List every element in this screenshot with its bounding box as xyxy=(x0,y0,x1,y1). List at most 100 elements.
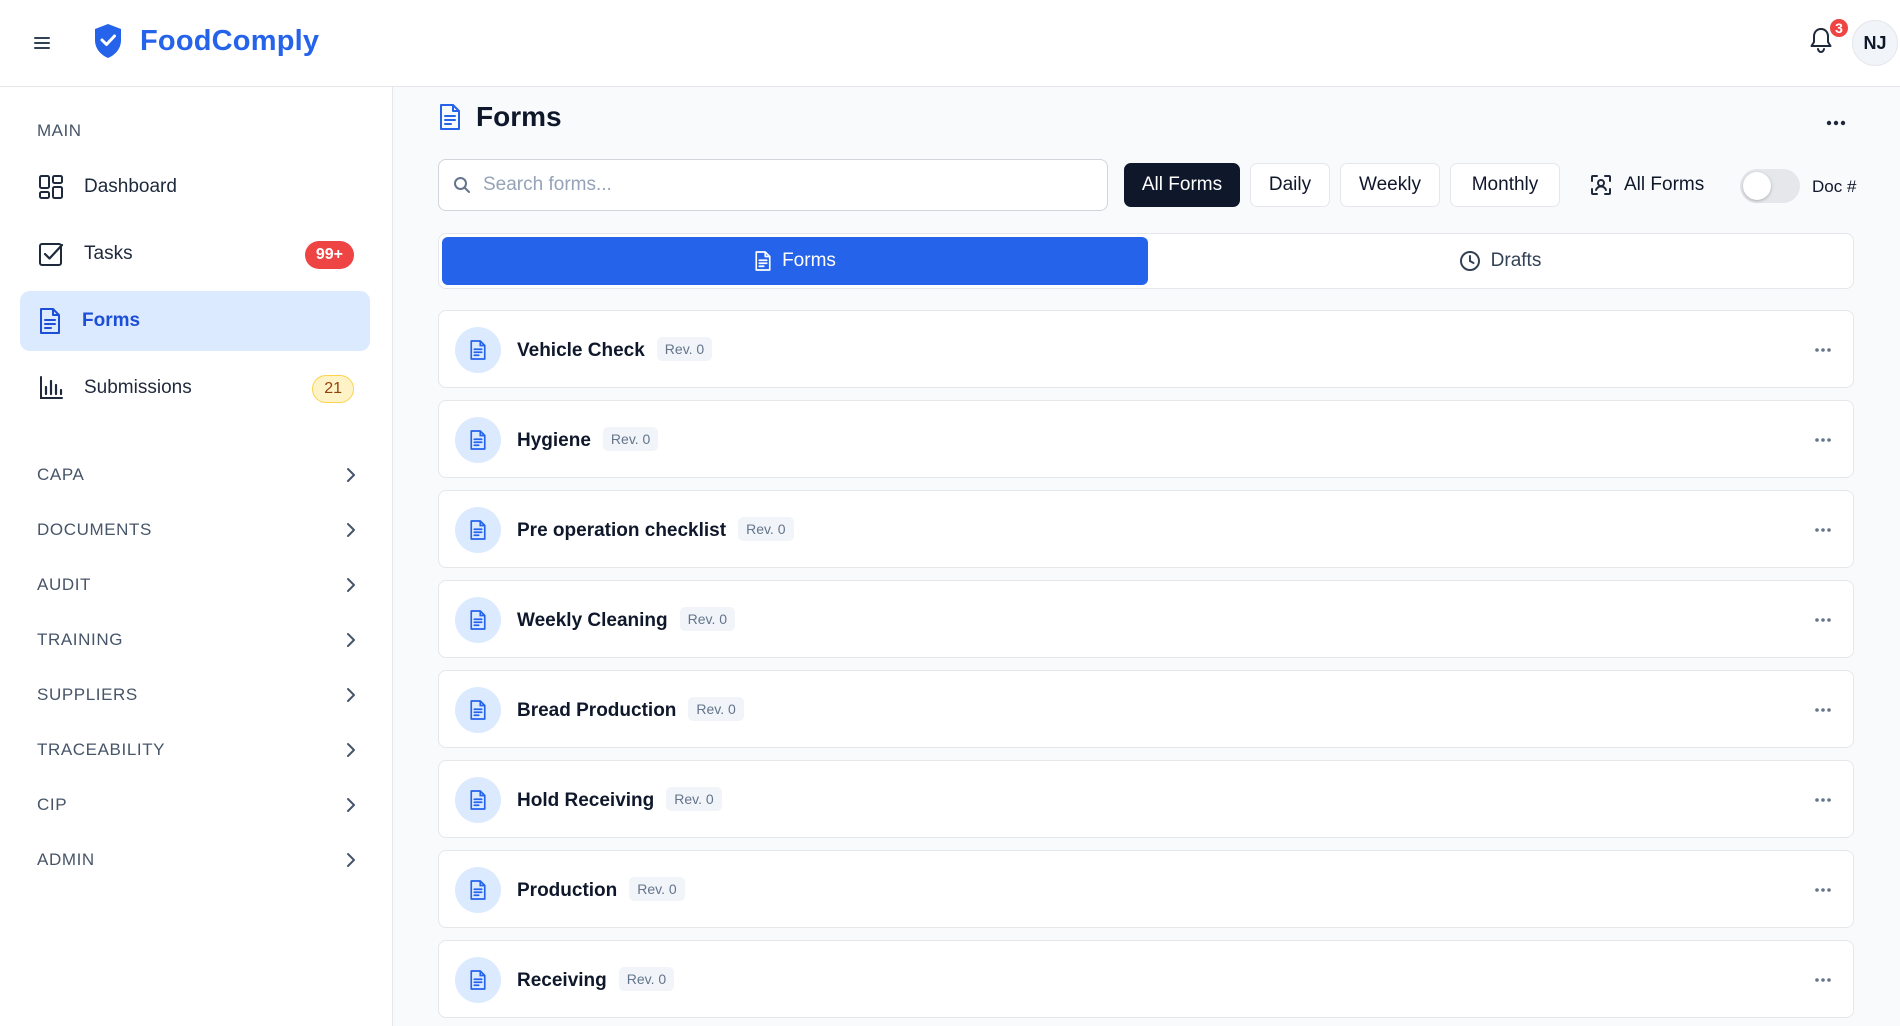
form-document-icon xyxy=(455,327,501,373)
brand[interactable]: FoodComply xyxy=(92,22,319,60)
more-horizontal-icon xyxy=(1815,708,1831,712)
clock-icon xyxy=(1459,251,1480,271)
form-name: Weekly Cleaning Rev. 0 xyxy=(517,607,736,632)
hamburger-icon xyxy=(34,37,50,49)
sidebar-group-capa[interactable]: CAPA xyxy=(37,457,357,493)
sidebar-group-training[interactable]: TRAINING xyxy=(37,622,357,658)
page-more-options-button[interactable] xyxy=(1818,109,1854,137)
more-horizontal-icon xyxy=(1815,438,1831,442)
sidebar-group-label: ADMIN xyxy=(37,850,95,869)
forms-icon xyxy=(40,308,60,334)
shield-check-icon xyxy=(95,24,121,58)
form-more-options-button[interactable] xyxy=(1805,786,1841,814)
revision-badge: Rev. 0 xyxy=(629,877,685,901)
sidebar-item-tasks[interactable]: Tasks 99+ xyxy=(20,224,370,284)
dashboard-icon xyxy=(39,175,63,199)
tab-forms[interactable]: Forms xyxy=(442,237,1148,285)
sidebar-group-admin[interactable]: ADMIN xyxy=(37,842,357,878)
form-name: Pre operation checklist Rev. 0 xyxy=(517,517,794,542)
notification-count-badge: 3 xyxy=(1828,17,1850,39)
filter-monthly-button[interactable]: Monthly xyxy=(1450,163,1560,207)
top-bar: FoodComply 3 NJ xyxy=(0,0,1900,87)
brand-name: FoodComply xyxy=(140,24,320,57)
form-card[interactable]: Hold Receiving Rev. 0 xyxy=(438,760,1854,838)
revision-badge: Rev. 0 xyxy=(602,427,659,451)
more-horizontal-icon xyxy=(1815,888,1831,892)
form-title: Hold Receiving xyxy=(517,790,655,811)
sidebar-group-label: CAPA xyxy=(37,465,85,484)
forms-tabs: Forms Drafts xyxy=(438,233,1854,289)
revision-badge: Rev. 0 xyxy=(618,967,675,991)
form-more-options-button[interactable] xyxy=(1805,966,1841,994)
form-name: Hygiene Rev. 0 xyxy=(517,427,659,452)
notifications-button[interactable]: 3 xyxy=(1808,17,1850,60)
page-title: Forms xyxy=(476,101,562,132)
tasks-count-badge: 99+ xyxy=(304,241,354,269)
chevron-right-icon xyxy=(347,578,355,592)
form-more-options-button[interactable] xyxy=(1805,696,1841,724)
tab-label: Forms xyxy=(782,250,836,271)
sidebar-item-submissions[interactable]: Submissions 21 xyxy=(20,358,370,418)
form-more-options-button[interactable] xyxy=(1805,606,1841,634)
form-name: Hold Receiving Rev. 0 xyxy=(517,787,722,812)
scan-icon xyxy=(1591,175,1611,195)
form-title: Production xyxy=(517,880,618,901)
sidebar-group-label: TRACEABILITY xyxy=(37,740,166,759)
sidebar-group-audit[interactable]: AUDIT xyxy=(37,567,357,603)
form-document-icon xyxy=(455,777,501,823)
tab-drafts[interactable]: Drafts xyxy=(1148,237,1852,285)
tasks-icon xyxy=(39,243,64,266)
more-horizontal-icon xyxy=(1815,528,1831,532)
revision-badge: Rev. 0 xyxy=(666,787,722,811)
form-card[interactable]: Pre operation checklist Rev. 0 xyxy=(438,490,1854,568)
form-title: Pre operation checklist xyxy=(517,520,727,541)
sidebar-group-traceability[interactable]: TRACEABILITY xyxy=(37,732,357,768)
form-card[interactable]: Vehicle Check Rev. 0 xyxy=(438,310,1854,388)
filter-weekly-button[interactable]: Weekly xyxy=(1340,163,1440,207)
doc-number-toggle[interactable] xyxy=(1740,169,1800,203)
form-card[interactable]: Production Rev. 0 xyxy=(438,850,1854,928)
form-more-options-button[interactable] xyxy=(1805,516,1841,544)
form-card[interactable]: Bread Production Rev. 0 xyxy=(438,670,1854,748)
search-input[interactable] xyxy=(483,174,1083,196)
sidebar-group-label: AUDIT xyxy=(37,575,91,594)
form-more-options-button[interactable] xyxy=(1805,876,1841,904)
sidebar-group-label: TRAINING xyxy=(37,630,124,649)
filter-all-forms-button[interactable]: All Forms xyxy=(1124,163,1240,207)
sidebar-item-label: Submissions xyxy=(84,377,192,398)
search-icon xyxy=(454,177,470,193)
tab-label: Drafts xyxy=(1490,250,1542,271)
form-document-icon xyxy=(455,507,501,553)
hamburger-menu-button[interactable] xyxy=(26,30,58,56)
form-document-icon xyxy=(455,687,501,733)
sidebar-group-documents[interactable]: DOCUMENTS xyxy=(37,512,357,548)
form-document-icon xyxy=(455,867,501,913)
form-card[interactable]: Hygiene Rev. 0 xyxy=(438,400,1854,478)
filter-daily-button[interactable]: Daily xyxy=(1250,163,1330,207)
sidebar-group-cip[interactable]: CIP xyxy=(37,787,357,823)
scope-filter-label: All Forms xyxy=(1624,174,1705,195)
doc-number-toggle-label: Doc # xyxy=(1812,177,1857,196)
sidebar-item-dashboard[interactable]: Dashboard xyxy=(20,157,370,217)
revision-badge: Rev. 0 xyxy=(679,607,736,631)
sidebar-item-forms[interactable]: Forms xyxy=(20,291,370,351)
sidebar-section-label: MAIN xyxy=(37,121,82,140)
form-document-icon xyxy=(455,597,501,643)
form-more-options-button[interactable] xyxy=(1805,336,1841,364)
user-avatar[interactable]: NJ xyxy=(1852,20,1898,66)
chevron-right-icon xyxy=(347,688,355,702)
sidebar-group-suppliers[interactable]: SUPPLIERS xyxy=(37,677,357,713)
chevron-right-icon xyxy=(347,798,355,812)
form-more-options-button[interactable] xyxy=(1805,426,1841,454)
sidebar-group-label: CIP xyxy=(37,795,68,814)
more-horizontal-icon xyxy=(1826,120,1846,126)
chevron-right-icon xyxy=(347,633,355,647)
form-card[interactable]: Weekly Cleaning Rev. 0 xyxy=(438,580,1854,658)
submissions-count-badge: 21 xyxy=(312,375,354,403)
scope-filter-button[interactable]: All Forms xyxy=(1590,163,1704,207)
chevron-right-icon xyxy=(347,853,355,867)
sidebar-item-label: Dashboard xyxy=(84,176,177,197)
form-card[interactable]: Receiving Rev. 0 xyxy=(438,940,1854,1018)
form-title: Bread Production xyxy=(517,700,677,721)
form-name: Production Rev. 0 xyxy=(517,877,685,902)
